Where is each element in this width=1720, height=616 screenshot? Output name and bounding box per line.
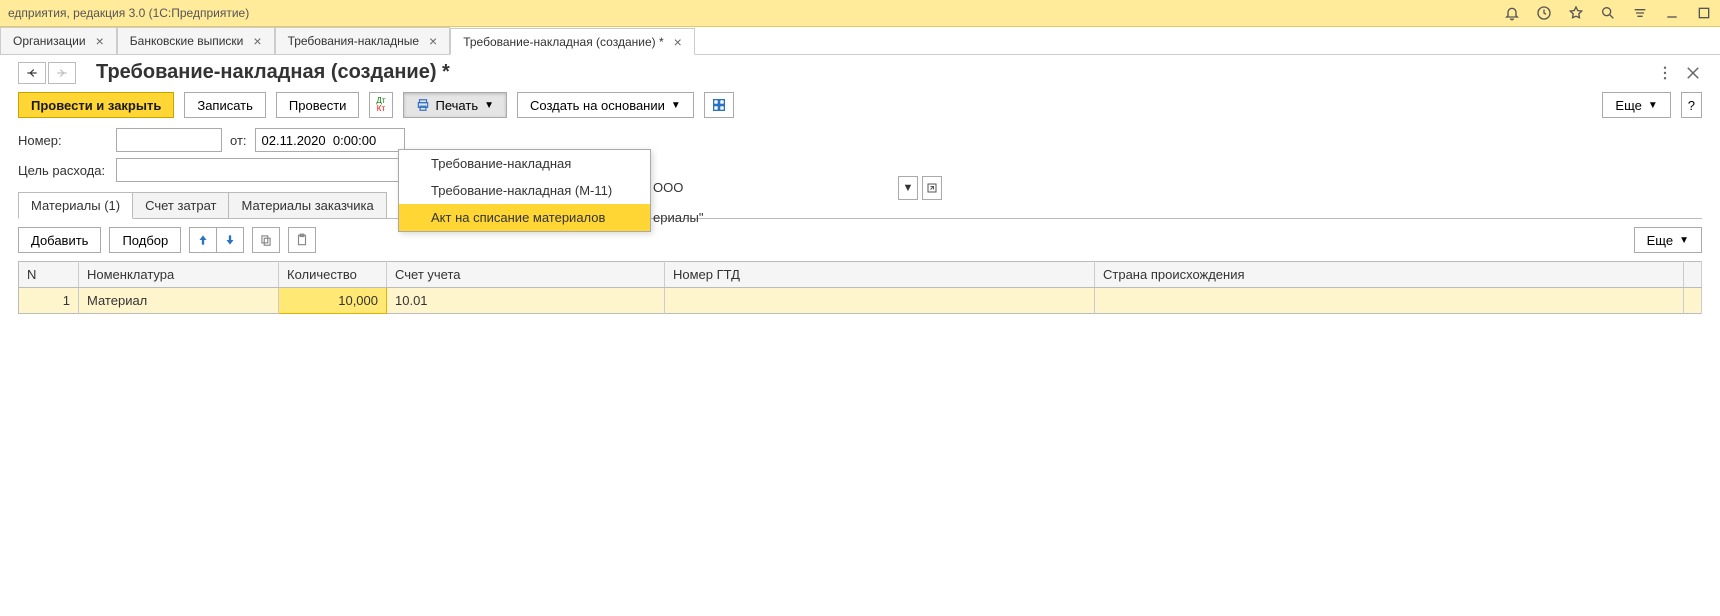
chevron-down-icon: ▼ bbox=[484, 100, 494, 111]
tab-label: Требование-накладная (создание) * bbox=[463, 35, 663, 49]
table-toolbar: Добавить Подбор Еще ▼ bbox=[18, 227, 1702, 253]
titlebar-icon-group bbox=[1504, 5, 1712, 21]
date-input-combo bbox=[255, 128, 405, 152]
pick-button[interactable]: Подбор bbox=[109, 227, 181, 253]
close-icon[interactable]: × bbox=[674, 34, 682, 50]
cell-quantity[interactable]: 10,000 bbox=[279, 288, 387, 314]
number-label: Номер: bbox=[18, 133, 108, 148]
from-label: от: bbox=[230, 133, 247, 148]
page-header: Требование-накладная (создание) * bbox=[18, 61, 1702, 84]
attach-button[interactable] bbox=[704, 92, 734, 118]
tab-label: Требования-накладные bbox=[288, 34, 419, 48]
tab-organizations[interactable]: Организации × bbox=[0, 27, 117, 54]
move-up-button[interactable] bbox=[189, 227, 217, 253]
print-dropdown: Требование-накладная Требование-накладна… bbox=[398, 149, 651, 232]
col-origin[interactable]: Страна происхождения bbox=[1095, 262, 1684, 288]
tab-bank-statements[interactable]: Банковские выписки × bbox=[117, 27, 275, 54]
kebab-icon[interactable] bbox=[1656, 64, 1674, 82]
menu-icon[interactable] bbox=[1632, 5, 1648, 21]
org-select-button[interactable]: ▼ bbox=[898, 176, 918, 200]
cell-account[interactable]: 10.01 bbox=[387, 288, 665, 314]
app-title: едприятия, редакция 3.0 (1С:Предприятие) bbox=[8, 6, 249, 20]
help-button[interactable]: ? bbox=[1681, 92, 1702, 118]
bell-icon[interactable] bbox=[1504, 5, 1520, 21]
col-account[interactable]: Счет учета bbox=[387, 262, 665, 288]
inner-tabbar: Материалы (1) Счет затрат Материалы зака… bbox=[18, 192, 1702, 219]
copy-button[interactable] bbox=[252, 227, 280, 253]
tab-materials[interactable]: Материалы (1) bbox=[18, 192, 133, 219]
org-input-partial: ООО bbox=[653, 180, 683, 195]
cell-n[interactable]: 1 bbox=[19, 288, 79, 314]
col-quantity[interactable]: Количество bbox=[279, 262, 387, 288]
post-button[interactable]: Провести bbox=[276, 92, 360, 118]
tab-customer-materials[interactable]: Материалы заказчика bbox=[228, 192, 386, 218]
tab-label: Организации bbox=[13, 34, 86, 48]
cell-scroll bbox=[1684, 288, 1702, 314]
page-content: Требование-накладная (создание) * Провес… bbox=[0, 55, 1720, 314]
search-icon[interactable] bbox=[1600, 5, 1616, 21]
main-toolbar: Провести и закрыть Записать Провести ДтК… bbox=[18, 92, 1702, 118]
more-label: Еще bbox=[1647, 233, 1673, 248]
number-input[interactable] bbox=[116, 128, 222, 152]
window-tabbar: Организации × Банковские выписки × Требо… bbox=[0, 27, 1720, 55]
col-nomenclature[interactable]: Номенклатура bbox=[79, 262, 279, 288]
col-n[interactable]: N bbox=[19, 262, 79, 288]
window-close-icon[interactable] bbox=[1684, 64, 1702, 82]
org-open-button[interactable] bbox=[922, 176, 942, 200]
tab-requisitions-list[interactable]: Требования-накладные × bbox=[275, 27, 451, 54]
date-input[interactable] bbox=[255, 128, 405, 152]
print-button[interactable]: Печать ▼ bbox=[403, 92, 508, 118]
table-header-row: N Номенклатура Количество Счет учета Ном… bbox=[19, 262, 1702, 288]
nav-back-button[interactable] bbox=[18, 62, 46, 84]
paste-button[interactable] bbox=[288, 227, 316, 253]
cell-gtd[interactable] bbox=[665, 288, 1095, 314]
table-more-button[interactable]: Еще ▼ bbox=[1634, 227, 1702, 253]
history-icon[interactable] bbox=[1536, 5, 1552, 21]
print-menu-item-writeoff-act[interactable]: Акт на списание материалов bbox=[399, 204, 650, 231]
page-title: Требование-накладная (создание) * bbox=[96, 61, 450, 84]
purpose-label: Цель расхода: bbox=[18, 163, 108, 178]
tab-requisition-create[interactable]: Требование-накладная (создание) * × bbox=[450, 28, 695, 55]
more-button[interactable]: Еще ▼ bbox=[1602, 92, 1670, 118]
print-label: Печать bbox=[436, 98, 479, 113]
star-icon[interactable] bbox=[1568, 5, 1584, 21]
close-icon[interactable]: × bbox=[253, 33, 261, 49]
purpose-input[interactable] bbox=[116, 158, 404, 182]
tab-label: Банковские выписки bbox=[130, 34, 244, 48]
materials-table: N Номенклатура Количество Счет учета Ном… bbox=[18, 261, 1702, 314]
move-down-button[interactable] bbox=[216, 227, 244, 253]
create-based-button[interactable]: Создать на основании ▼ bbox=[517, 92, 694, 118]
add-button[interactable]: Добавить bbox=[18, 227, 101, 253]
chevron-down-icon: ▼ bbox=[1679, 235, 1689, 246]
checkbox-text-partial: ериалы" bbox=[653, 210, 704, 225]
create-based-label: Создать на основании bbox=[530, 98, 665, 113]
chevron-down-icon: ▼ bbox=[671, 100, 681, 111]
col-scroll bbox=[1684, 262, 1702, 288]
dt-kt-button[interactable]: ДтКт bbox=[369, 92, 392, 118]
print-menu-item-requisition[interactable]: Требование-накладная bbox=[399, 150, 650, 177]
row-purpose: Цель расхода: ериалы" bbox=[18, 158, 1702, 182]
nav-arrows bbox=[18, 62, 76, 84]
save-button[interactable]: Записать bbox=[184, 92, 266, 118]
row-number-date: Номер: от: ООО ▼ bbox=[18, 128, 1702, 152]
page-header-right bbox=[1656, 64, 1702, 82]
table-row[interactable]: 1 Материал 10,000 10.01 bbox=[19, 288, 1702, 314]
close-icon[interactable]: × bbox=[429, 33, 437, 49]
chevron-down-icon: ▼ bbox=[1648, 100, 1658, 111]
print-menu-item-m11[interactable]: Требование-накладная (М-11) bbox=[399, 177, 650, 204]
close-icon[interactable]: × bbox=[96, 33, 104, 49]
cell-nomenclature[interactable]: Материал bbox=[79, 288, 279, 314]
titlebar: едприятия, редакция 3.0 (1С:Предприятие) bbox=[0, 0, 1720, 27]
cell-origin[interactable] bbox=[1095, 288, 1684, 314]
tab-cost-account[interactable]: Счет затрат bbox=[132, 192, 229, 218]
post-and-close-button[interactable]: Провести и закрыть bbox=[18, 92, 174, 118]
col-gtd[interactable]: Номер ГТД bbox=[665, 262, 1095, 288]
maximize-icon[interactable] bbox=[1696, 5, 1712, 21]
more-label: Еще bbox=[1615, 98, 1641, 113]
nav-forward-button[interactable] bbox=[48, 62, 76, 84]
minimize-icon[interactable] bbox=[1664, 5, 1680, 21]
